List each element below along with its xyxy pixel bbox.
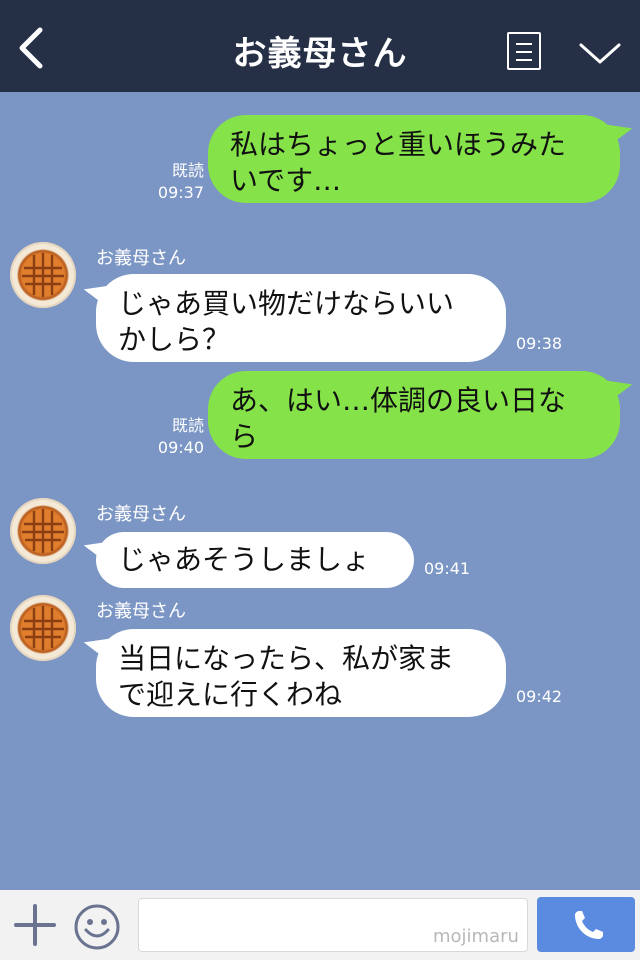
- outgoing-message[interactable]: 私はちょっと重いほうみた いです…: [208, 115, 620, 203]
- menu-button[interactable]: [507, 32, 541, 70]
- list-icon-line: [516, 51, 532, 53]
- chevron-down-icon: [579, 43, 621, 64]
- message-time: 09:42: [516, 687, 563, 706]
- incoming-message[interactable]: じゃあ買い物だけならいい かしら？: [96, 274, 506, 362]
- watermark: mojimaru: [433, 926, 519, 947]
- sender-name: お義母さん: [96, 248, 186, 269]
- read-label: 既読: [171, 416, 204, 435]
- sender-name: お義母さん: [96, 504, 186, 525]
- message-time: 09:40: [157, 438, 204, 457]
- outgoing-message[interactable]: あ、はい…体調の良い日な ら: [208, 371, 620, 459]
- message-text-line: じゃあ買い物だけならいい: [118, 287, 455, 320]
- avatar[interactable]: [10, 498, 76, 564]
- avatar[interactable]: [10, 242, 76, 308]
- message-time: 09:41: [424, 559, 471, 578]
- read-label: 既読: [171, 161, 204, 180]
- message-text-line: いです…: [230, 164, 342, 197]
- pie-avatar-icon: [21, 509, 65, 553]
- plus-icon: [14, 904, 56, 946]
- smiley-icon: [74, 904, 120, 950]
- list-icon: [516, 43, 532, 45]
- message-text-line: で迎えに行くわね: [118, 678, 343, 711]
- message-text-line: ら: [230, 420, 259, 453]
- list-icon-line: [516, 59, 532, 61]
- message-meta: 既読 09:40: [150, 415, 204, 459]
- pie-avatar-icon: [21, 253, 65, 297]
- more-button[interactable]: [578, 36, 622, 70]
- chat-title: お義母さん: [232, 34, 408, 74]
- sender-name: お義母さん: [96, 601, 186, 622]
- chat-header: お義母さん: [0, 0, 640, 92]
- message-text-line: 私はちょっと重いほうみた: [230, 128, 567, 161]
- message-meta: 既読 09:37: [150, 160, 204, 204]
- call-button[interactable]: [537, 897, 635, 952]
- pie-avatar-icon: [21, 606, 65, 650]
- message-text-line: 当日になったら、私が家ま: [118, 642, 455, 675]
- incoming-message[interactable]: じゃあそうしましょ: [96, 532, 414, 588]
- message-text-line: あ、はい…体調の良い日な: [230, 384, 567, 417]
- emoji-button[interactable]: [74, 904, 120, 950]
- avatar[interactable]: [10, 595, 76, 661]
- phone-icon: [575, 911, 603, 939]
- message-time: 09:38: [516, 334, 563, 353]
- message-list[interactable]: 既読 09:37 私はちょっと重いほうみた いです… お義母さん じゃあ買い物だ…: [0, 92, 640, 890]
- incoming-message[interactable]: 当日になったら、私が家ま で迎えに行くわね: [96, 629, 506, 717]
- add-button[interactable]: [14, 904, 56, 946]
- message-text-line: じゃあそうしましょ: [118, 543, 371, 576]
- message-time: 09:37: [157, 183, 204, 202]
- message-text-line: かしら？: [118, 323, 231, 356]
